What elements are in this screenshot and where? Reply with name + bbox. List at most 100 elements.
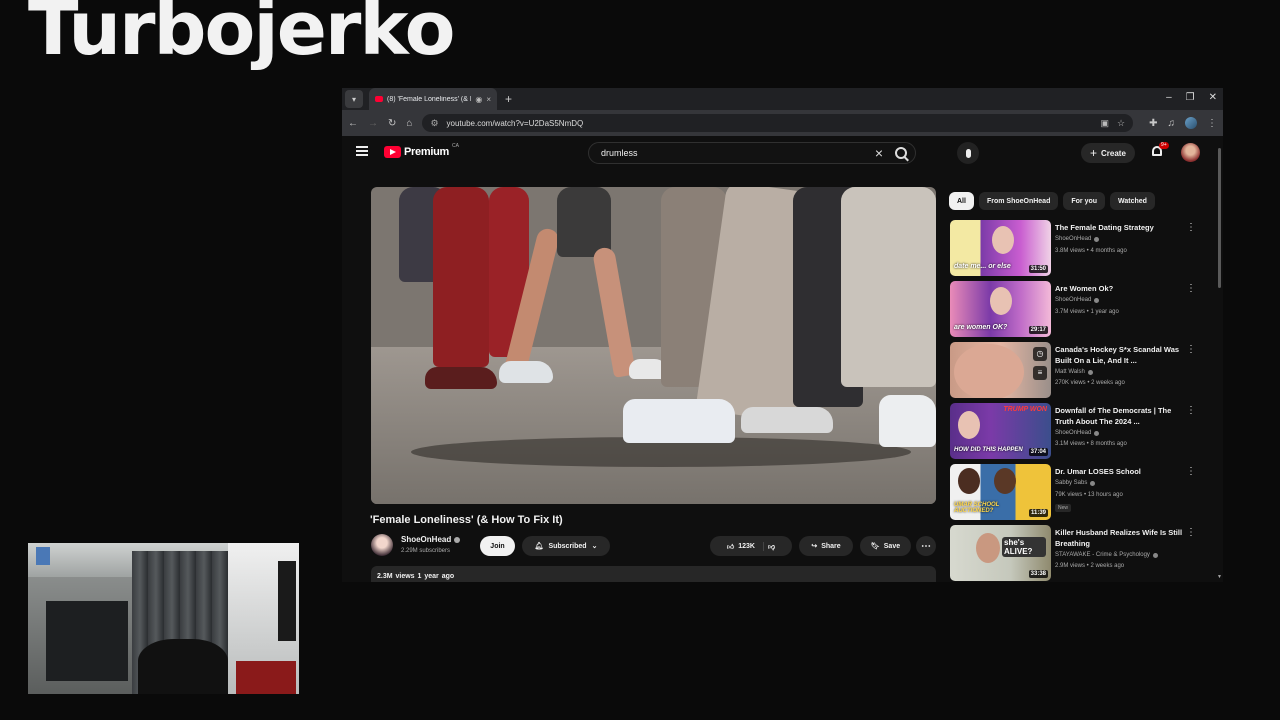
- hamburger-menu-icon[interactable]: [356, 146, 368, 156]
- thumbnail-text: UMAR SCHOOL AUCTIONED?: [954, 502, 1000, 514]
- plus-icon: +: [1090, 146, 1098, 160]
- video-player[interactable]: [371, 187, 936, 504]
- thumbnail-face: [992, 226, 1014, 254]
- thumbnail[interactable]: ◷ ≡: [950, 342, 1051, 398]
- verified-icon: [1094, 236, 1100, 242]
- thumbnail[interactable]: date me... or else 31:50: [950, 220, 1051, 276]
- chip-watched[interactable]: Watched: [1110, 192, 1155, 210]
- join-button[interactable]: Join: [480, 536, 515, 556]
- tab-search-button[interactable]: ▾: [345, 90, 363, 108]
- create-button[interactable]: + Create: [1081, 143, 1135, 163]
- like-button[interactable]: 👍︎ 123K: [727, 541, 764, 551]
- thumbnail[interactable]: UMAR SCHOOL AUCTIONED? 11:39: [950, 464, 1051, 520]
- recommendation-title[interactable]: Dr. Umar LOSES School: [1055, 466, 1185, 477]
- channel-name-row[interactable]: ShoeOnHead: [401, 535, 461, 544]
- verified-icon: [1152, 552, 1158, 558]
- more-options-icon[interactable]: ⋮: [1186, 222, 1196, 233]
- search-input[interactable]: drumless: [601, 148, 875, 158]
- media-icon[interactable]: ♫: [1168, 118, 1176, 129]
- add-to-queue-icon[interactable]: ≡: [1033, 366, 1047, 380]
- recommendation-title[interactable]: Killer Husband Realizes Wife Is Still Br…: [1055, 527, 1185, 549]
- voice-search-button[interactable]: [957, 142, 979, 164]
- recommendation-item[interactable]: are women OK? 29:17 Are Women Ok? ShoeOn…: [950, 281, 1210, 337]
- browser-window: ▾ (8) 'Female Loneliness' (& H ◉ × + – ❐…: [342, 88, 1223, 582]
- thumbnail[interactable]: TRUMP WON HOW DID THIS HAPPEN 37:04: [950, 403, 1051, 459]
- create-label: Create: [1101, 148, 1126, 158]
- youtube-logo[interactable]: Premium CA: [384, 143, 459, 158]
- recommendation-title[interactable]: Canada's Hockey S*x Scandal Was Built On…: [1055, 344, 1185, 366]
- chip-all[interactable]: All: [949, 192, 974, 210]
- search-box[interactable]: drumless ×: [588, 142, 916, 164]
- home-icon[interactable]: ⌂: [406, 118, 412, 129]
- save-button[interactable]: 🔖︎ Save: [860, 536, 911, 556]
- thumbs-down-icon: 👎︎: [767, 543, 776, 551]
- new-badge: New: [1055, 504, 1072, 512]
- recommendation-item[interactable]: date me... or else 31:50 The Female Dati…: [950, 220, 1210, 276]
- address-bar[interactable]: ⚙ youtube.com/watch?v=U2DaS5NmDQ ▣ ☆: [422, 114, 1134, 132]
- profile-icon[interactable]: [1185, 117, 1197, 129]
- video-frame-shoe: [499, 361, 553, 383]
- description-box[interactable]: 2.3M views 1 year ago: [371, 566, 936, 582]
- account-avatar[interactable]: [1181, 143, 1200, 162]
- chip-for-you[interactable]: For you: [1063, 192, 1106, 210]
- webcam-drum-kit: [138, 639, 228, 694]
- recommendation-channel[interactable]: STAYAWAKE - Crime & Psychology: [1055, 552, 1158, 558]
- more-options-icon[interactable]: ⋮: [1186, 527, 1196, 538]
- recommendation-channel[interactable]: ShoeOnHead: [1055, 236, 1100, 242]
- duration-badge: 29:17: [1028, 326, 1048, 334]
- share-label: Share: [821, 542, 841, 550]
- close-window-icon[interactable]: ✕: [1209, 92, 1217, 103]
- restore-icon[interactable]: ❐: [1186, 92, 1195, 103]
- more-actions-button[interactable]: ⋯: [916, 536, 936, 556]
- recommendation-item[interactable]: TRUMP WON HOW DID THIS HAPPEN 37:04 Down…: [950, 403, 1210, 459]
- dislike-button[interactable]: 👎︎: [768, 542, 775, 551]
- share-button[interactable]: ↪ Share: [799, 536, 853, 556]
- video-frame-shoe: [623, 399, 735, 443]
- recommendation-item[interactable]: she's ALIVE? 33:38 Killer Husband Realiz…: [950, 525, 1210, 581]
- more-options-icon[interactable]: ⋮: [1186, 405, 1196, 416]
- thumbnail[interactable]: are women OK? 29:17: [950, 281, 1051, 337]
- thumbnail[interactable]: she's ALIVE? 33:38: [950, 525, 1051, 581]
- recommendation-channel[interactable]: Matt Walsh: [1055, 369, 1093, 375]
- browser-menu-icon[interactable]: ⋮: [1207, 118, 1217, 129]
- search-icon[interactable]: [895, 147, 907, 159]
- new-tab-button[interactable]: +: [505, 92, 512, 106]
- watch-later-icon[interactable]: ◷: [1033, 347, 1047, 361]
- speaker-icon[interactable]: ◉: [475, 95, 482, 104]
- recommendation-item[interactable]: UMAR SCHOOL AUCTIONED? 11:39 Dr. Umar LO…: [950, 464, 1210, 520]
- recommendation-item[interactable]: ◷ ≡ Canada's Hockey S*x Scandal Was Buil…: [950, 342, 1210, 398]
- webcam-feed: [28, 543, 299, 694]
- video-frame-leg: [557, 187, 611, 257]
- install-icon[interactable]: ▣: [1101, 118, 1110, 129]
- scroll-down-arrow-icon[interactable]: ▼: [1217, 574, 1222, 580]
- recommendation-title[interactable]: The Female Dating Strategy: [1055, 222, 1185, 233]
- page-scrollbar[interactable]: [1218, 148, 1221, 288]
- minimize-icon[interactable]: –: [1166, 92, 1172, 103]
- thumbnail-text-top: TRUMP WON: [1003, 406, 1047, 413]
- subscribed-button[interactable]: 🔔︎ Subscribed ⌄: [522, 536, 610, 556]
- tab-youtube[interactable]: (8) 'Female Loneliness' (& H ◉ ×: [369, 88, 497, 110]
- recommendation-channel[interactable]: ShoeOnHead: [1055, 297, 1100, 303]
- recommendation-channel[interactable]: Sabby Sabs: [1055, 480, 1096, 486]
- clear-search-icon[interactable]: ×: [875, 145, 883, 161]
- recommendation-title[interactable]: Are Women Ok?: [1055, 283, 1185, 294]
- back-icon[interactable]: ←: [348, 118, 358, 129]
- recommendation-channel[interactable]: ShoeOnHead: [1055, 430, 1100, 436]
- channel-name[interactable]: ShoeOnHead: [401, 535, 451, 544]
- recommendation-title[interactable]: Downfall of The Democrats | The Truth Ab…: [1055, 405, 1185, 427]
- bookmark-star-icon[interactable]: ☆: [1117, 118, 1125, 129]
- chip-from-channel[interactable]: From ShoeOnHead: [978, 192, 1059, 210]
- extensions-icon[interactable]: ✚: [1149, 118, 1157, 129]
- recommendation-meta: 3.8M views • 4 months ago: [1055, 248, 1127, 254]
- more-options-icon[interactable]: ⋮: [1186, 466, 1196, 477]
- channel-avatar[interactable]: [371, 534, 393, 556]
- site-info-icon[interactable]: ⚙: [430, 118, 438, 129]
- tab-close-icon[interactable]: ×: [486, 95, 491, 104]
- more-options-icon[interactable]: ⋮: [1186, 344, 1196, 355]
- more-options-icon[interactable]: ⋮: [1186, 283, 1196, 294]
- reload-icon[interactable]: ↻: [388, 118, 396, 129]
- verified-icon: [1087, 369, 1093, 375]
- stream-title-overlay: Turbojerko: [28, 0, 455, 72]
- notifications-button[interactable]: 9+: [1151, 142, 1169, 158]
- forward-icon[interactable]: →: [368, 118, 378, 129]
